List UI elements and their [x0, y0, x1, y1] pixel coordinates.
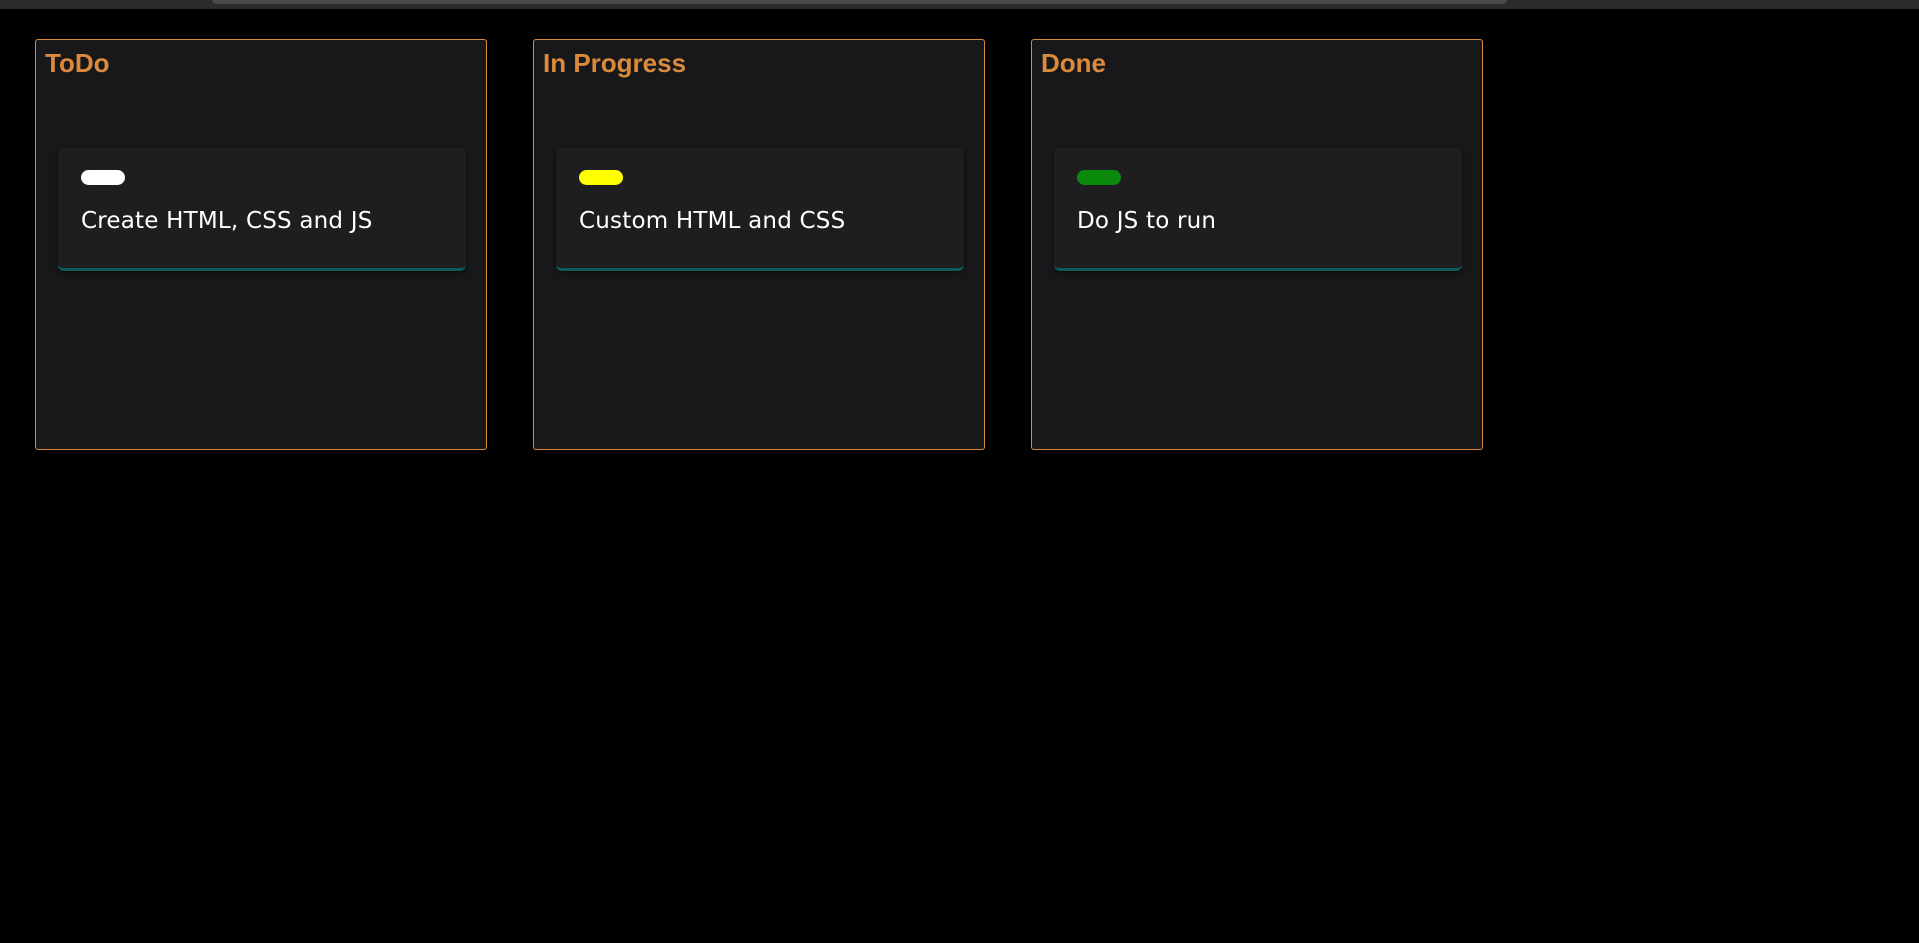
card-tag [579, 170, 623, 185]
column-done[interactable]: Done Do JS to run [1031, 39, 1483, 450]
column-title: Done [1041, 48, 1106, 78]
task-card[interactable]: Create HTML, CSS and JS [58, 148, 466, 271]
card-text: Create HTML, CSS and JS [81, 208, 373, 234]
kanban-board: ToDo Create HTML, CSS and JS In Progress… [35, 39, 1483, 450]
task-card[interactable]: Custom HTML and CSS [556, 148, 964, 271]
task-card[interactable]: Do JS to run [1054, 148, 1462, 271]
column-title: ToDo [45, 48, 110, 78]
column-todo[interactable]: ToDo Create HTML, CSS and JS [35, 39, 487, 450]
column-in-progress[interactable]: In Progress Custom HTML and CSS [533, 39, 985, 450]
card-tag [1077, 170, 1121, 185]
column-title: In Progress [543, 48, 687, 78]
browser-top-strip [0, 0, 1919, 9]
card-tag [81, 170, 125, 185]
browser-top-strip-bar [212, 0, 1507, 4]
card-text: Do JS to run [1077, 208, 1217, 234]
card-text: Custom HTML and CSS [579, 208, 846, 234]
